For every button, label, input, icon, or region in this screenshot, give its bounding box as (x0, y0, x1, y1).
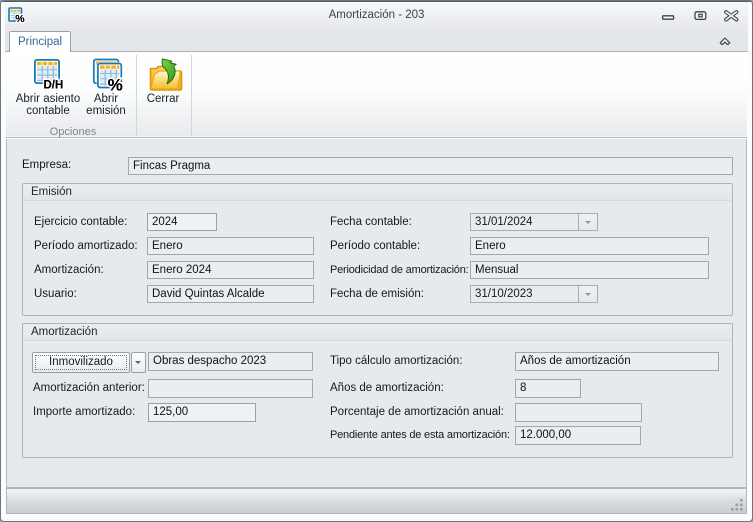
svg-text:D/H: D/H (44, 80, 64, 92)
svg-text:%: % (108, 75, 123, 94)
svg-text:%: % (15, 13, 25, 24)
